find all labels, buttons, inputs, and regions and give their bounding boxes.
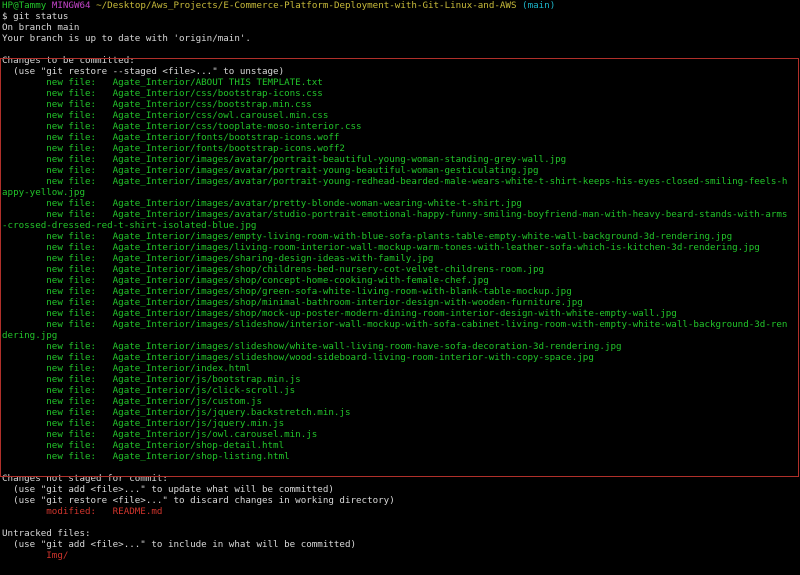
staged-file-wrap: appy-yellow.jpg xyxy=(2,187,85,198)
branch-info-line: On branch main xyxy=(2,22,80,33)
staged-file-line: new file: Agate_Interior/images/avatar/p… xyxy=(2,154,567,165)
staged-file-line: new file: Agate_Interior/css/bootstrap-i… xyxy=(2,88,323,99)
staged-file-line: new file: Agate_Interior/images/shop/con… xyxy=(2,275,489,286)
staged-file-line: new file: Agate_Interior/index.html xyxy=(2,363,251,374)
prompt-shell: MINGW64 xyxy=(51,0,91,11)
prompt-user-host: HP@Tammy xyxy=(2,0,47,11)
untracked-file: Img/ xyxy=(2,550,69,561)
staged-file-line: new file: Agate_Interior/js/owl.carousel… xyxy=(2,429,318,440)
staged-file-line: new file: Agate_Interior/images/avatar/p… xyxy=(2,176,788,187)
staged-file-line: new file: Agate_Interior/css/bootstrap.m… xyxy=(2,99,312,110)
staged-file-line: new file: Agate_Interior/fonts/bootstrap… xyxy=(2,143,345,154)
unstaged-hint-add: (use "git add <file>..." to update what … xyxy=(2,484,334,495)
terminal-window[interactable]: HP@Tammy MINGW64 ~/Desktop/Aws_Projects/… xyxy=(0,0,800,575)
staged-file-line: new file: Agate_Interior/images/slidesho… xyxy=(2,352,594,363)
branch-status-line: Your branch is up to date with 'origin/m… xyxy=(2,33,251,44)
staged-file-line: new file: Agate_Interior/shop-detail.htm… xyxy=(2,440,285,451)
staged-file-wrap: -crossed-dressed-red-t-shirt-isolated-bl… xyxy=(2,220,257,231)
staged-file-line: new file: Agate_Interior/images/slidesho… xyxy=(2,341,622,352)
staged-file-line: new file: Agate_Interior/images/avatar/p… xyxy=(2,198,522,209)
prompt-branch: (main) xyxy=(522,0,556,11)
unstaged-hint-restore: (use "git restore <file>..." to discard … xyxy=(2,495,395,506)
staged-file-line: new file: Agate_Interior/js/bootstrap.mi… xyxy=(2,374,301,385)
prompt-path: ~/Desktop/Aws_Projects/E-Commerce-Platfo… xyxy=(96,0,517,11)
unstaged-file: README.md xyxy=(112,506,163,517)
command-line: $ git status xyxy=(2,11,69,22)
staged-file-line: new file: Agate_Interior/images/empty-li… xyxy=(2,231,733,242)
staged-file-line: new file: Agate_Interior/images/shop/min… xyxy=(2,297,583,308)
staged-header: Changes to be committed: xyxy=(2,55,135,66)
staged-file-line: new file: Agate_Interior/images/avatar/s… xyxy=(2,209,788,220)
staged-file-line: new file: Agate_Interior/images/shop/chi… xyxy=(2,264,545,275)
staged-file-line: new file: Agate_Interior/images/shop/gre… xyxy=(2,286,572,297)
staged-file-line: new file: Agate_Interior/images/shop/moc… xyxy=(2,308,677,319)
staged-file-line: new file: Agate_Interior/js/jquery.backs… xyxy=(2,407,351,418)
staged-file-line: new file: Agate_Interior/js/custom.js xyxy=(2,396,262,407)
staged-file-line: new file: Agate_Interior/ABOUT THIS TEMP… xyxy=(2,77,323,88)
staged-file-line: new file: Agate_Interior/images/sharing-… xyxy=(2,253,434,264)
untracked-hint: (use "git add <file>..." to include in w… xyxy=(2,539,357,550)
staged-file-line: new file: Agate_Interior/images/avatar/p… xyxy=(2,165,539,176)
staged-file-wrap: dering.jpg xyxy=(2,330,58,341)
staged-hint: (use "git restore --staged <file>..." to… xyxy=(2,66,285,77)
staged-file-list: new file: Agate_Interior/ABOUT THIS TEMP… xyxy=(0,77,800,462)
staged-file-line: new file: Agate_Interior/css/owl.carouse… xyxy=(2,110,329,121)
staged-file-line: new file: Agate_Interior/js/jquery.min.j… xyxy=(2,418,285,429)
unstaged-status: modified: xyxy=(2,506,113,517)
staged-file-line: new file: Agate_Interior/images/slidesho… xyxy=(2,319,788,330)
unstaged-header: Changes not staged for commit: xyxy=(2,473,168,484)
untracked-header: Untracked files: xyxy=(2,528,91,539)
staged-file-line: new file: Agate_Interior/images/living-r… xyxy=(2,242,760,253)
staged-file-line: new file: Agate_Interior/js/click-scroll… xyxy=(2,385,296,396)
staged-file-line: new file: Agate_Interior/css/tooplate-mo… xyxy=(2,121,362,132)
unstaged-entry: modified: README.md xyxy=(0,506,800,517)
staged-file-line: new file: Agate_Interior/fonts/bootstrap… xyxy=(2,132,340,143)
prompt-line: HP@Tammy MINGW64 ~/Desktop/Aws_Projects/… xyxy=(0,0,800,11)
staged-file-line: new file: Agate_Interior/shop-listing.ht… xyxy=(2,451,290,462)
